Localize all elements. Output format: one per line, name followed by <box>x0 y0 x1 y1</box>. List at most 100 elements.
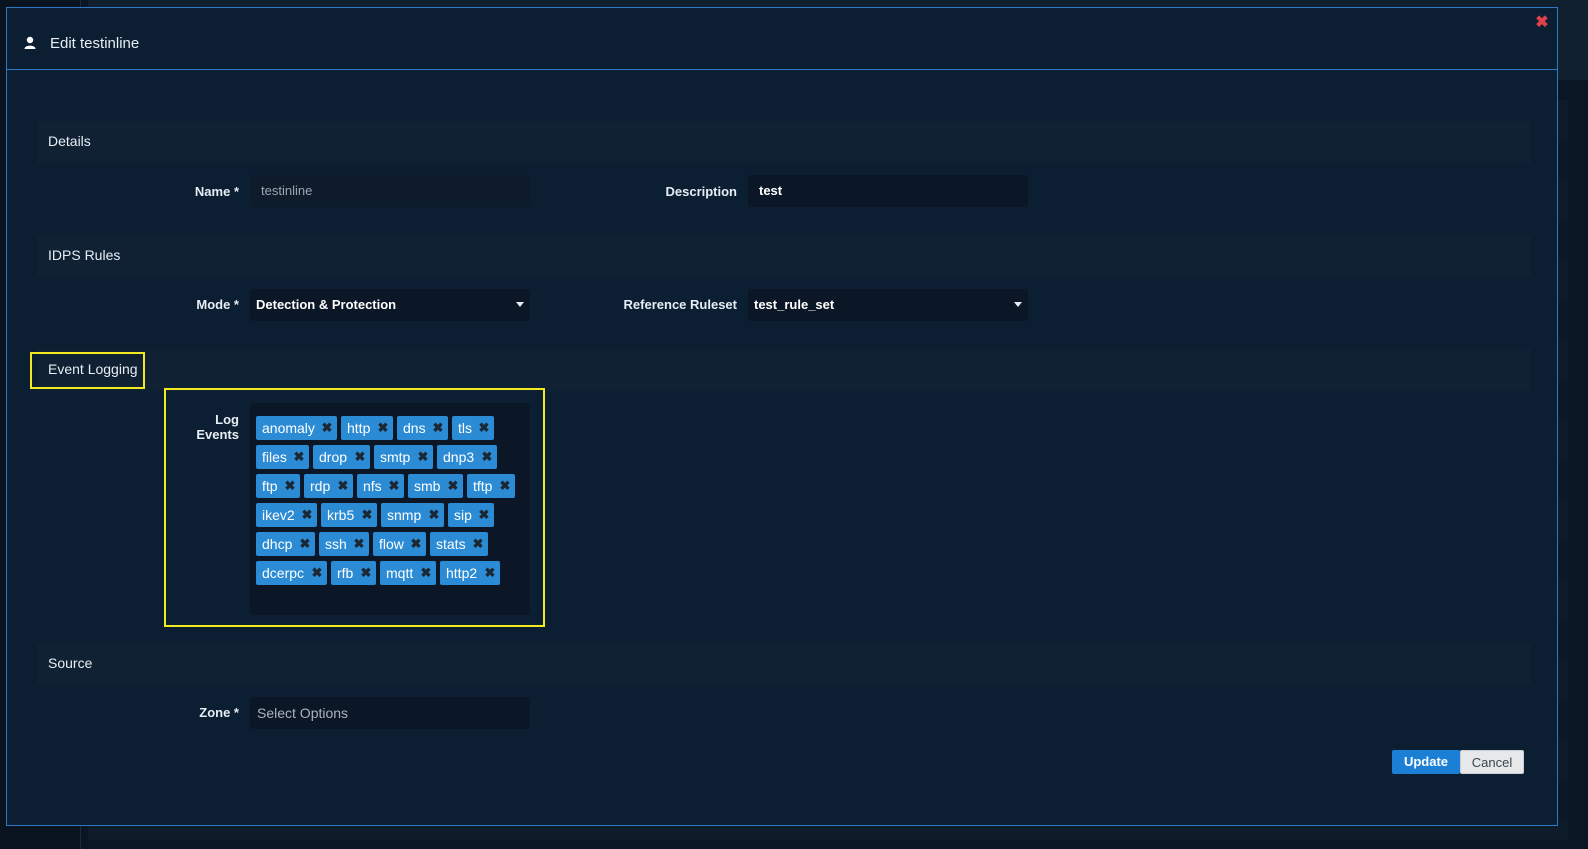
log-event-tag-label: files <box>262 449 287 465</box>
log-event-tag[interactable]: tftp ✖ <box>467 474 515 498</box>
idps-rules-section-header: IDPS Rules <box>37 235 1531 277</box>
log-event-tag[interactable]: dcerpc ✖ <box>256 561 327 585</box>
chevron-down-icon <box>1014 302 1022 307</box>
modal-header: Edit testinline ✖ <box>7 8 1557 70</box>
remove-tag-icon[interactable]: ✖ <box>337 474 349 498</box>
log-event-tag-label: http <box>347 420 371 436</box>
mode-select[interactable]: Detection & Protection <box>250 289 530 321</box>
log-events-label: Log Events <box>196 412 239 442</box>
remove-tag-icon[interactable]: ✖ <box>321 416 333 440</box>
remove-tag-icon[interactable]: ✖ <box>432 416 444 440</box>
log-event-tag[interactable]: krb5 ✖ <box>321 503 377 527</box>
name-label: Name * <box>194 184 239 199</box>
remove-tag-icon[interactable]: ✖ <box>428 503 440 527</box>
log-event-tag[interactable]: anomaly ✖ <box>256 416 337 440</box>
mode-select-value: Detection & Protection <box>256 297 397 312</box>
idps-rules-section-title: IDPS Rules <box>48 247 121 263</box>
log-event-tag-label: dcerpc <box>262 565 305 581</box>
remove-tag-icon[interactable]: ✖ <box>484 561 496 585</box>
log-event-tag[interactable]: stats ✖ <box>430 532 488 556</box>
remove-tag-icon[interactable]: ✖ <box>361 503 373 527</box>
remove-tag-icon[interactable]: ✖ <box>447 474 459 498</box>
log-event-tag-label: nfs <box>363 478 382 494</box>
log-event-tag[interactable]: rfb ✖ <box>331 561 376 585</box>
remove-tag-icon[interactable]: ✖ <box>417 445 429 469</box>
remove-tag-icon[interactable]: ✖ <box>301 503 313 527</box>
remove-tag-icon[interactable]: ✖ <box>499 474 511 498</box>
remove-tag-icon[interactable]: ✖ <box>478 416 490 440</box>
log-events-multiselect[interactable]: anomaly ✖ http ✖ dns ✖ tls ✖ files ✖ drop ✖ smtp ✖ dnp… <box>250 403 530 615</box>
log-event-tag-label: drop <box>319 449 348 465</box>
remove-tag-icon[interactable]: ✖ <box>472 532 484 556</box>
log-event-tag-label: smb <box>414 478 441 494</box>
log-event-tag-label: smtp <box>380 449 411 465</box>
description-label: Description <box>665 184 737 199</box>
remove-tag-icon[interactable]: ✖ <box>410 532 422 556</box>
event-logging-section-header: Event Logging <box>37 349 1531 391</box>
log-event-tag[interactable]: http2 ✖ <box>440 561 500 585</box>
log-event-tag[interactable]: smb ✖ <box>408 474 463 498</box>
log-event-tag-label: ftp <box>262 478 278 494</box>
log-event-tag[interactable]: ssh ✖ <box>319 532 369 556</box>
log-event-tag[interactable]: rdp ✖ <box>304 474 353 498</box>
remove-tag-icon[interactable]: ✖ <box>377 416 389 440</box>
log-event-tag[interactable]: ikev2 ✖ <box>256 503 317 527</box>
chevron-down-icon <box>516 302 524 307</box>
remove-tag-icon[interactable]: ✖ <box>481 445 493 469</box>
log-event-tag[interactable]: mqtt ✖ <box>380 561 436 585</box>
remove-tag-icon[interactable]: ✖ <box>293 445 305 469</box>
log-event-tag[interactable]: drop ✖ <box>313 445 370 469</box>
log-event-tag-label: dnp3 <box>443 449 475 465</box>
cancel-button[interactable]: Cancel <box>1460 750 1524 774</box>
close-icon[interactable]: ✖ <box>1535 15 1549 31</box>
log-event-tag[interactable]: sip ✖ <box>448 503 494 527</box>
log-event-tag[interactable]: nfs ✖ <box>357 474 404 498</box>
name-field[interactable]: testinline <box>250 175 530 207</box>
log-event-tag-label: http2 <box>446 565 478 581</box>
source-section-title: Source <box>48 655 93 671</box>
event-logging-highlight <box>30 352 145 389</box>
log-event-tag[interactable]: snmp ✖ <box>381 503 444 527</box>
log-event-tag-label: krb5 <box>327 507 355 523</box>
remove-tag-icon[interactable]: ✖ <box>284 474 296 498</box>
log-event-tag-label: sip <box>454 507 472 523</box>
log-event-tag[interactable]: dnp3 ✖ <box>437 445 497 469</box>
log-event-tag[interactable]: files ✖ <box>256 445 309 469</box>
remove-tag-icon[interactable]: ✖ <box>478 503 490 527</box>
log-event-tag[interactable]: flow ✖ <box>373 532 426 556</box>
remove-tag-icon[interactable]: ✖ <box>354 445 366 469</box>
user-icon <box>24 36 36 49</box>
remove-tag-icon[interactable]: ✖ <box>420 561 432 585</box>
log-event-tag[interactable]: tls ✖ <box>452 416 494 440</box>
zone-label: Zone * <box>199 705 239 720</box>
reference-ruleset-label: Reference Ruleset <box>623 297 737 312</box>
remove-tag-icon[interactable]: ✖ <box>353 532 365 556</box>
log-event-tag-label: ikev2 <box>262 507 295 523</box>
remove-tag-icon[interactable]: ✖ <box>299 532 311 556</box>
update-button[interactable]: Update <box>1392 750 1460 774</box>
log-event-tag-label: flow <box>379 536 404 552</box>
mode-label: Mode * <box>196 297 239 312</box>
log-event-tag[interactable]: http ✖ <box>341 416 393 440</box>
remove-tag-icon[interactable]: ✖ <box>388 474 400 498</box>
description-field[interactable]: test <box>748 175 1028 207</box>
log-event-tag[interactable]: ftp ✖ <box>256 474 300 498</box>
log-event-tag-label: anomaly <box>262 420 315 436</box>
source-section-header: Source <box>37 643 1531 685</box>
log-event-tag-label: mqtt <box>386 565 414 581</box>
log-event-tag[interactable]: smtp ✖ <box>374 445 433 469</box>
log-event-tag-label: rfb <box>337 565 354 581</box>
log-event-tag-label: snmp <box>387 507 422 523</box>
log-event-tag-label: tls <box>458 420 472 436</box>
log-event-tag[interactable]: dns ✖ <box>397 416 448 440</box>
remove-tag-icon[interactable]: ✖ <box>360 561 372 585</box>
reference-ruleset-select[interactable]: test_rule_set <box>748 289 1028 321</box>
zone-select[interactable]: Select Options <box>250 697 530 729</box>
reference-ruleset-value: test_rule_set <box>754 297 835 312</box>
log-event-tag-label: tftp <box>473 478 493 494</box>
modal-title: Edit testinline <box>50 35 140 52</box>
log-event-tag[interactable]: dhcp ✖ <box>256 532 315 556</box>
remove-tag-icon[interactable]: ✖ <box>311 561 323 585</box>
details-section-header: Details <box>37 121 1531 163</box>
log-event-tag-label: ssh <box>325 536 347 552</box>
